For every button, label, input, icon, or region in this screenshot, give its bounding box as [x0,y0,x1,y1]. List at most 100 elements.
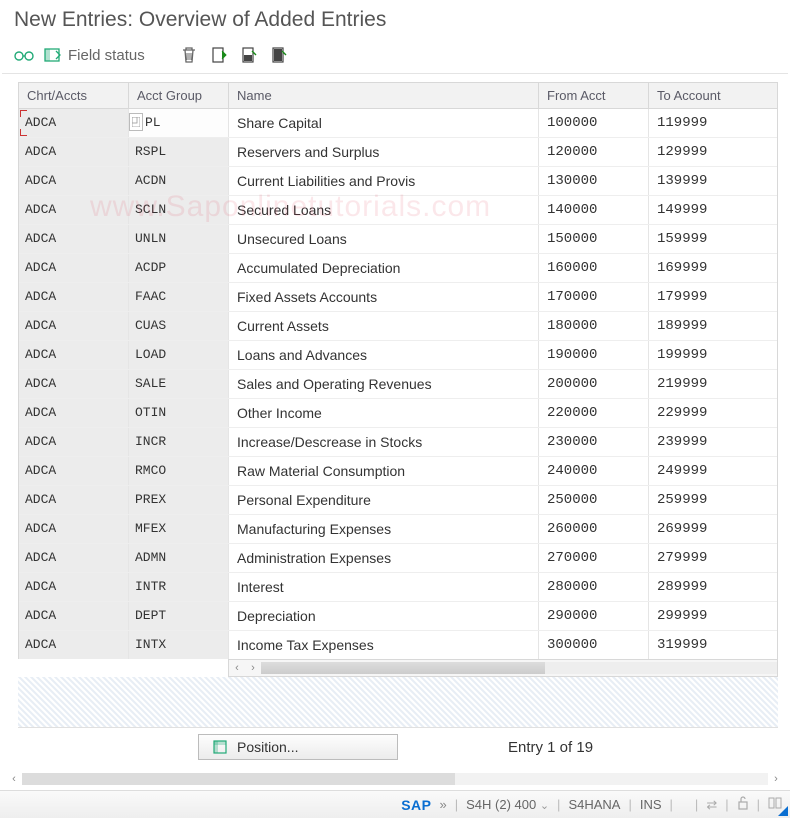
account-group-cell[interactable]: OTIN [129,399,228,427]
account-group-cell[interactable]: LOAD [129,341,228,369]
name-cell[interactable]: Current Liabilities and Provis [229,167,539,195]
to-account-cell[interactable]: 219999 [649,370,777,398]
table-row[interactable]: ADCAPREXPersonal Expenditure250000259999 [19,485,777,514]
table-row[interactable]: ADCAUNLNUnsecured Loans150000159999 [19,224,777,253]
chart-of-accounts-cell[interactable]: ADCA [19,341,128,369]
resize-grip-icon[interactable] [778,806,788,816]
name-cell[interactable]: Raw Material Consumption [229,457,539,485]
chart-of-accounts-cell[interactable]: ADCA [19,109,128,137]
to-account-cell[interactable]: 189999 [649,312,777,340]
name-cell[interactable]: Administration Expenses [229,544,539,572]
to-account-cell[interactable]: 319999 [649,631,777,659]
account-group-cell[interactable]: PL [129,109,228,137]
table-row[interactable]: ADCAINTRInterest280000289999 [19,572,777,601]
to-account-cell[interactable]: 249999 [649,457,777,485]
to-account-cell[interactable]: 289999 [649,573,777,601]
select-all-icon[interactable] [209,45,229,65]
account-group-cell[interactable]: MFEX [129,515,228,543]
name-cell[interactable]: Share Capital [229,109,539,137]
from-account-cell[interactable]: 130000 [539,167,649,195]
to-account-cell[interactable]: 239999 [649,428,777,456]
scroll-right-icon[interactable]: › [245,662,261,674]
deselect-all-icon[interactable] [269,45,289,65]
table-row[interactable]: ADCADEPTDepreciation290000299999 [19,601,777,630]
table-row[interactable]: ADCALOADLoans and Advances190000199999 [19,340,777,369]
from-account-cell[interactable]: 120000 [539,138,649,166]
from-account-cell[interactable]: 240000 [539,457,649,485]
col-header-name[interactable]: Name [229,83,539,109]
chart-of-accounts-cell[interactable]: ADCA [19,573,128,601]
chart-of-accounts-cell[interactable]: ADCA [19,631,128,659]
to-account-cell[interactable]: 169999 [649,254,777,282]
chart-of-accounts-cell[interactable]: ADCA [19,254,128,282]
select-block-icon[interactable] [239,45,259,65]
account-group-cell[interactable]: ADMN [129,544,228,572]
scroll-left-icon[interactable]: ‹ [229,662,245,674]
account-group-cell[interactable]: CUAS [129,312,228,340]
from-account-cell[interactable]: 280000 [539,573,649,601]
name-cell[interactable]: Loans and Advances [229,341,539,369]
account-group-cell[interactable]: INCR [129,428,228,456]
from-account-cell[interactable]: 300000 [539,631,649,659]
chart-of-accounts-cell[interactable]: ADCA [19,544,128,572]
table-row[interactable]: ADCASALESales and Operating Revenues2000… [19,369,777,398]
table-row[interactable]: ADCAINCRIncrease/Descrease in Stocks2300… [19,427,777,456]
to-account-cell[interactable]: 259999 [649,486,777,514]
chart-of-accounts-cell[interactable]: ADCA [19,370,128,398]
scroll-left-icon[interactable]: ‹ [6,773,22,785]
table-row[interactable]: ADCAPLShare Capital100000119999 [19,109,777,137]
from-account-cell[interactable]: 250000 [539,486,649,514]
name-cell[interactable]: Increase/Descrease in Stocks [229,428,539,456]
name-cell[interactable]: Personal Expenditure [229,486,539,514]
from-account-cell[interactable]: 100000 [539,109,649,137]
chart-of-accounts-cell[interactable]: ADCA [19,167,128,195]
account-group-cell[interactable]: SCLN [129,196,228,224]
sync-icon[interactable]: ⇄ [706,797,717,813]
to-account-cell[interactable]: 149999 [649,196,777,224]
chart-of-accounts-cell[interactable]: ADCA [19,312,128,340]
name-cell[interactable]: Reservers and Surplus [229,138,539,166]
table-row[interactable]: ADCARSPLReservers and Surplus12000012999… [19,137,777,166]
to-account-cell[interactable]: 279999 [649,544,777,572]
table-row[interactable]: ADCASCLNSecured Loans140000149999 [19,195,777,224]
account-group-cell[interactable]: ACDN [129,167,228,195]
to-account-cell[interactable]: 229999 [649,399,777,427]
name-cell[interactable]: Other Income [229,399,539,427]
col-header-chart[interactable]: Chrt/Accts [19,83,129,109]
chart-of-accounts-cell[interactable]: ADCA [19,283,128,311]
name-cell[interactable]: Depreciation [229,602,539,630]
from-account-cell[interactable]: 150000 [539,225,649,253]
account-group-cell[interactable]: SALE [129,370,228,398]
chart-of-accounts-cell[interactable]: ADCA [19,196,128,224]
chart-of-accounts-cell[interactable]: ADCA [19,515,128,543]
account-group-cell[interactable]: DEPT [129,602,228,630]
to-account-cell[interactable]: 299999 [649,602,777,630]
from-account-cell[interactable]: 200000 [539,370,649,398]
field-status-button[interactable]: Field status [44,47,145,64]
chart-of-accounts-cell[interactable]: ADCA [19,138,128,166]
from-account-cell[interactable]: 260000 [539,515,649,543]
table-row[interactable]: ADCAADMNAdministration Expenses270000279… [19,543,777,572]
to-account-cell[interactable]: 159999 [649,225,777,253]
account-group-cell[interactable]: PREX [129,486,228,514]
account-group-cell[interactable]: INTR [129,573,228,601]
position-button[interactable]: Position... [198,734,398,760]
to-account-cell[interactable]: 199999 [649,341,777,369]
table-row[interactable]: ADCAFAACFixed Assets Accounts17000017999… [19,282,777,311]
account-group-cell[interactable]: UNLN [129,225,228,253]
chart-of-accounts-cell[interactable]: ADCA [19,486,128,514]
chart-of-accounts-cell[interactable]: ADCA [19,399,128,427]
table-row[interactable]: ADCAACDPAccumulated Depreciation16000016… [19,253,777,282]
scroll-right-icon[interactable]: › [768,773,784,785]
chart-of-accounts-cell[interactable]: ADCA [19,428,128,456]
from-account-cell[interactable]: 140000 [539,196,649,224]
from-account-cell[interactable]: 180000 [539,312,649,340]
name-cell[interactable]: Unsecured Loans [229,225,539,253]
expand-icon[interactable]: » [439,797,446,812]
account-group-cell[interactable]: ACDP [129,254,228,282]
value-help-icon[interactable] [129,113,143,131]
from-account-cell[interactable]: 290000 [539,602,649,630]
col-header-to[interactable]: To Account [649,83,777,109]
grid-horizontal-scrollbar[interactable]: ‹ › [228,659,778,677]
window-horizontal-scrollbar[interactable]: ‹ › [6,770,784,788]
